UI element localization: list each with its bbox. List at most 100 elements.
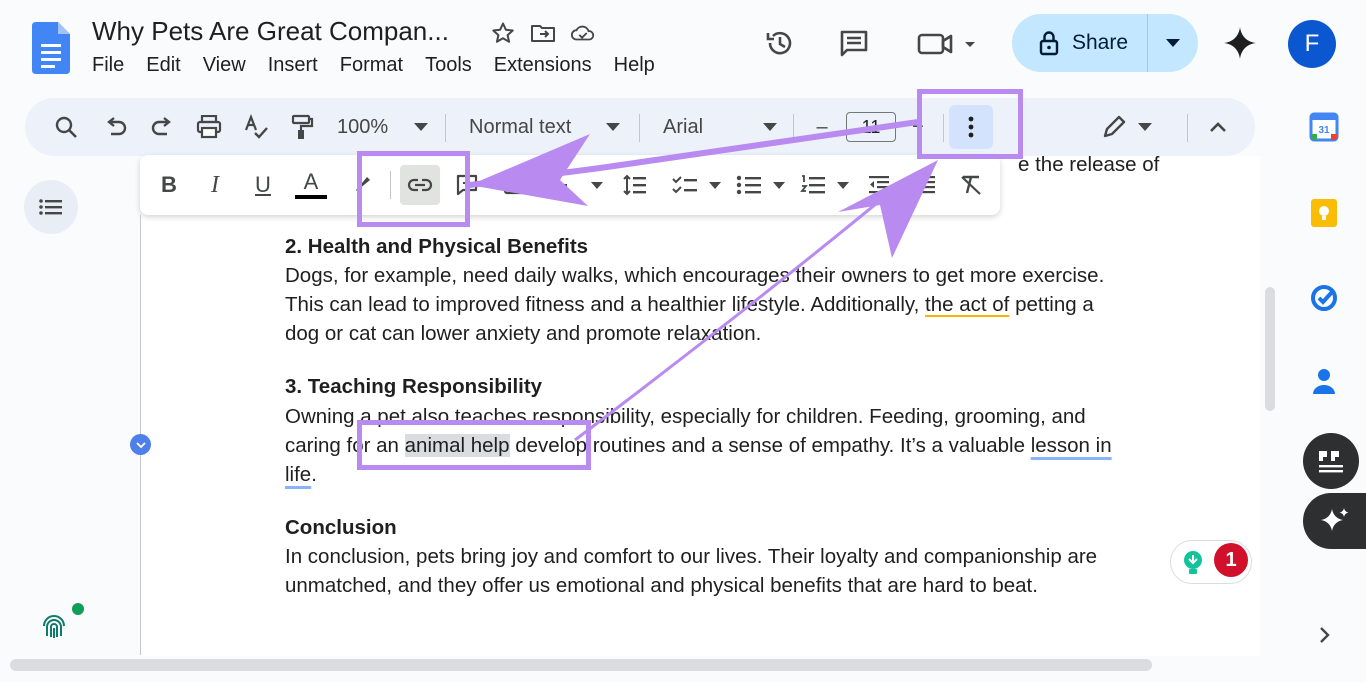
font-caret-icon[interactable] — [760, 98, 780, 156]
paragraph-style-select[interactable]: Normal text — [469, 98, 599, 156]
keep-icon[interactable] — [1305, 194, 1343, 232]
decrease-font-size-button[interactable]: – — [809, 98, 835, 156]
clear-formatting-icon[interactable] — [954, 155, 988, 215]
zoom-select[interactable]: 100% — [337, 98, 407, 156]
text-color-button[interactable]: A — [294, 155, 328, 215]
toolbar-divider — [445, 114, 446, 142]
partial-line: e the release of — [1018, 153, 1160, 176]
cloud-saved-icon[interactable] — [570, 20, 596, 46]
insert-link-button[interactable] — [400, 165, 440, 205]
menu-edit[interactable]: Edit — [146, 54, 202, 77]
undo-icon[interactable] — [101, 98, 131, 156]
collapse-section-icon[interactable] — [130, 434, 151, 455]
share-label: Share — [1072, 31, 1129, 54]
gemini-icon[interactable] — [1222, 25, 1258, 61]
underline-button[interactable]: U — [250, 155, 276, 215]
grammarly-bulb-icon — [1184, 551, 1202, 574]
menu-help[interactable]: Help — [614, 54, 677, 77]
quote-panel-icon[interactable] — [1303, 433, 1359, 489]
share-button[interactable]: Share — [1012, 14, 1198, 72]
paragraph-line: Owning a pet also teaches responsibility… — [285, 405, 1086, 428]
paint-format-icon[interactable] — [287, 98, 317, 156]
move-to-folder-icon[interactable] — [530, 20, 556, 46]
menu-view[interactable]: View — [203, 54, 268, 77]
tasks-icon[interactable] — [1305, 279, 1343, 317]
comments-icon[interactable] — [836, 25, 872, 61]
highlight-color-icon[interactable] — [346, 155, 376, 215]
section-heading: 3. Teaching Responsibility — [285, 375, 543, 398]
selected-text[interactable]: animal help — [404, 434, 510, 457]
menu-format[interactable]: Format — [340, 54, 425, 77]
grammar-suggestion[interactable]: lesson in — [1031, 434, 1112, 457]
zoom-caret-icon[interactable] — [411, 98, 431, 156]
font-select[interactable]: Arial — [663, 98, 753, 156]
link-icon — [407, 178, 433, 192]
numbered-list-caret-icon[interactable] — [834, 155, 852, 215]
google-docs-window: Why Pets Are Great Compan... File Edit V… — [0, 0, 1366, 682]
expand-side-panel-icon[interactable] — [1306, 616, 1344, 654]
contacts-icon[interactable] — [1305, 362, 1343, 400]
style-caret-icon[interactable] — [603, 98, 623, 156]
menu-tools[interactable]: Tools — [425, 54, 494, 77]
paragraph-line: dog or cat can lower anxiety and promote… — [285, 322, 762, 345]
calendar-icon[interactable]: 31 — [1305, 108, 1343, 146]
fingerprint-icon[interactable] — [40, 612, 68, 640]
print-icon[interactable] — [193, 98, 225, 156]
title-icon-group — [490, 20, 596, 46]
align-icon[interactable] — [544, 155, 578, 215]
checklist-caret-icon[interactable] — [706, 155, 724, 215]
document-title[interactable]: Why Pets Are Great Compan... — [92, 16, 449, 47]
menu-bar: File Edit View Insert Format Tools Exten… — [92, 54, 677, 77]
outline-list-icon — [39, 199, 62, 215]
toolbar-divider — [1187, 114, 1188, 142]
grammar-suggestion[interactable]: the act of — [925, 293, 1009, 316]
toolbar-divider — [793, 114, 794, 142]
bulleted-list-icon[interactable] — [732, 155, 766, 215]
editing-mode-caret-icon[interactable] — [1135, 98, 1155, 156]
share-main-button[interactable]: Share — [1012, 14, 1148, 72]
insert-image-icon[interactable] — [498, 155, 532, 215]
more-options-button[interactable] — [949, 105, 993, 149]
docs-logo-icon[interactable] — [32, 22, 70, 74]
bulleted-list-caret-icon[interactable] — [770, 155, 788, 215]
document-outline-button[interactable] — [24, 180, 78, 234]
meet-icon[interactable] — [916, 26, 978, 62]
paragraph-line: life. — [285, 463, 317, 486]
paragraph-line: This can lead to improved fitness and a … — [285, 293, 1094, 316]
redo-icon[interactable] — [147, 98, 177, 156]
paragraph-line: In conclusion, pets bring joy and comfor… — [285, 545, 1098, 568]
share-dropdown-button[interactable] — [1148, 14, 1198, 72]
format-divider — [390, 171, 391, 199]
more-vertical-icon — [968, 116, 974, 138]
italic-button[interactable]: I — [202, 155, 228, 215]
avatar[interactable]: F — [1288, 20, 1336, 68]
text-color-icon: A — [295, 171, 327, 199]
increase-indent-icon[interactable] — [908, 155, 942, 215]
menu-file[interactable]: File — [92, 54, 146, 77]
paragraph-line: caring for an animal help develop routin… — [285, 434, 1112, 457]
suggestion-count-badge[interactable]: 1 — [1214, 543, 1248, 577]
bold-button[interactable]: B — [156, 155, 182, 215]
section-heading: Conclusion — [285, 516, 397, 539]
checklist-icon[interactable] — [668, 155, 702, 215]
menu-insert[interactable]: Insert — [268, 54, 340, 77]
ai-sparkle-icon[interactable] — [1303, 493, 1366, 549]
font-size-input[interactable]: 11 — [845, 98, 897, 156]
grammar-suggestion[interactable]: life — [285, 463, 311, 486]
history-icon[interactable] — [762, 25, 798, 61]
menu-extensions[interactable]: Extensions — [494, 54, 614, 77]
editing-mode-icon[interactable] — [1097, 98, 1131, 156]
hide-menus-icon[interactable] — [1203, 98, 1233, 156]
search-menus-icon[interactable] — [49, 98, 83, 156]
numbered-list-icon[interactable] — [796, 155, 830, 215]
add-comment-icon[interactable] — [450, 155, 484, 215]
line-spacing-icon[interactable] — [618, 155, 652, 215]
horizontal-scrollbar[interactable] — [10, 659, 1152, 671]
align-caret-icon[interactable] — [588, 155, 606, 215]
increase-font-size-button[interactable]: + — [905, 98, 931, 156]
decrease-indent-icon[interactable] — [862, 155, 896, 215]
vertical-scrollbar[interactable] — [1265, 287, 1275, 411]
spelling-check-icon[interactable] — [241, 98, 271, 156]
star-icon[interactable] — [490, 20, 516, 46]
paragraph-line: Dogs, for example, need daily walks, whi… — [285, 264, 1105, 287]
